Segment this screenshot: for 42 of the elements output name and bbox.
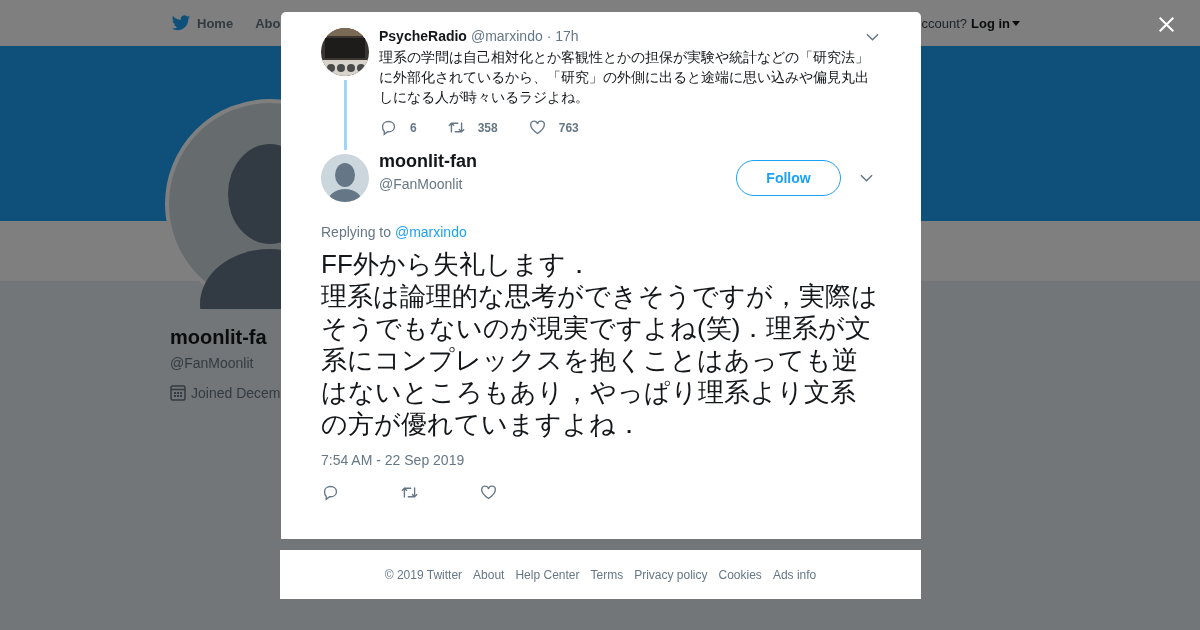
reply-icon[interactable] xyxy=(379,119,398,136)
footer-link[interactable]: Terms xyxy=(590,567,624,582)
nav-link[interactable]: Abo xyxy=(255,15,281,31)
footer-link[interactable]: About xyxy=(473,567,505,582)
tweet-text: 理系の学問は自己相対化とか客観性とかの担保が実験や統計などの「研究法」に外部化されているから、「研究」の外側に出ると途端に思い込みや偏見丸出しになる人が時々いるラジよね。 xyxy=(379,48,870,107)
retweet-count: 358 xyxy=(477,120,498,135)
user-name[interactable]: moonlit-fan xyxy=(379,150,477,172)
chevron-icon[interactable] xyxy=(860,174,873,182)
tweet-text: 理系は論理的な思考ができそうですが，実際はそうでもないのが現実ですよね(笑)．理系が文系にコンプレックスを抱くことはあっても逆はないところもあり，やっぱり理系より文系の方が優れていますよね． xyxy=(321,280,879,440)
footer-link[interactable]: Help Center xyxy=(515,567,580,582)
like-count: 763 xyxy=(558,120,579,135)
handle-link[interactable]: @marxindo xyxy=(394,224,467,240)
user-handle: @FanMoonlit xyxy=(379,175,464,192)
retweet-icon[interactable] xyxy=(446,119,466,136)
replying-to-text: Replying to @marxindo xyxy=(321,224,468,240)
close-icon[interactable] xyxy=(1158,16,1175,33)
reply-count: 6 xyxy=(410,120,417,135)
joined-date: Joined Decem xyxy=(191,385,281,401)
footer-link[interactable]: Cookies xyxy=(718,567,762,582)
user-handle: @marxindo xyxy=(470,28,543,44)
footer-link[interactable]: © 2019 Twitter xyxy=(384,567,463,582)
tweet-time[interactable]: · 17h xyxy=(546,28,579,44)
nav-link[interactable]: Home xyxy=(197,15,234,31)
thread-line xyxy=(343,80,347,150)
retweet-icon[interactable] xyxy=(400,484,419,501)
user-name[interactable]: PsycheRadio xyxy=(379,28,467,44)
tweet-text: FF外から失礼します． xyxy=(321,248,593,280)
account-prompt: ccount? xyxy=(921,15,967,31)
tweet-timestamp: 7:54 AM - 22 Sep 2019 xyxy=(321,452,466,468)
footer-link[interactable]: Privacy policy xyxy=(634,567,708,582)
calendar-icon xyxy=(170,385,186,401)
avatar-icon[interactable] xyxy=(321,154,369,202)
heart-icon[interactable] xyxy=(527,119,547,136)
caret-icon xyxy=(1012,20,1020,26)
profile-handle: @FanMoonlit xyxy=(170,355,254,371)
chevron-icon[interactable] xyxy=(866,33,879,41)
login-button[interactable]: Log in xyxy=(971,15,1020,31)
heart-icon[interactable] xyxy=(479,484,498,501)
footer-link[interactable]: Ads info xyxy=(772,567,817,582)
profile-name: moonlit-fa xyxy=(170,326,267,349)
follow-button[interactable]: Follow xyxy=(736,160,841,196)
reply-icon[interactable] xyxy=(321,484,340,501)
